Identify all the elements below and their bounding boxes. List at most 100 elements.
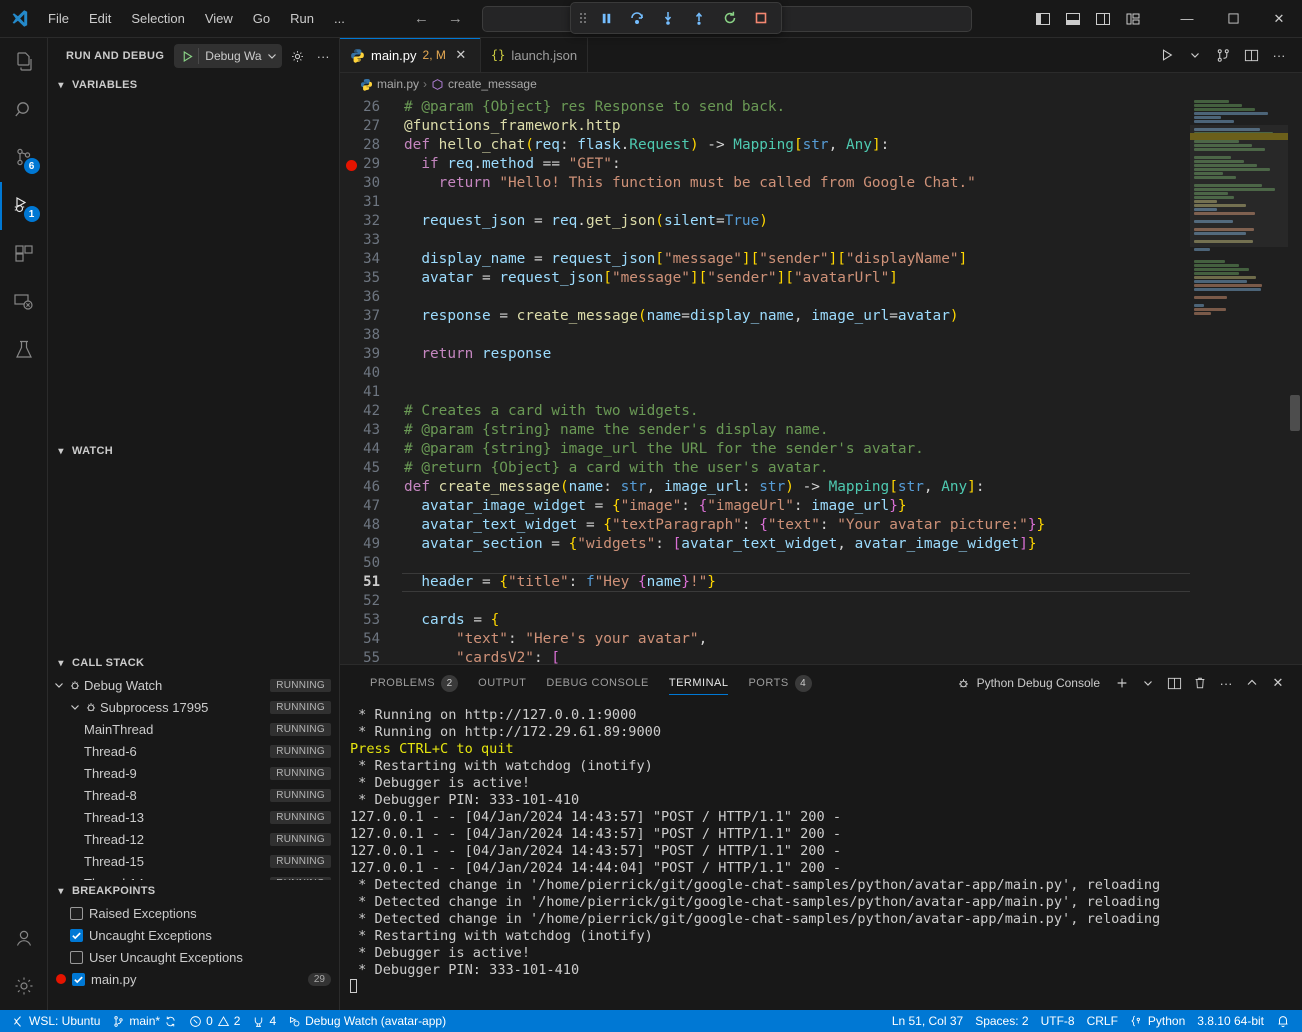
status-encoding[interactable]: UTF-8 [1035, 1010, 1081, 1032]
sidebar-more-actions-icon[interactable]: ··· [313, 45, 333, 67]
code-line[interactable]: 46def create_message(name: str, image_ur… [340, 478, 1190, 497]
breadcrumb-symbol[interactable]: create_message [448, 77, 537, 91]
sidebar-item-remote-explorer[interactable] [0, 278, 48, 326]
code-line[interactable]: 44# @param {string} image_url the URL fo… [340, 440, 1190, 459]
menu-run[interactable]: Run [280, 7, 324, 30]
stop-button[interactable] [747, 6, 775, 30]
breakpoint-row[interactable]: Raised Exceptions [48, 902, 339, 924]
code-line[interactable]: 40 [340, 364, 1190, 383]
customize-layout-icon[interactable] [1120, 6, 1146, 32]
split-terminal-icon[interactable] [1162, 671, 1186, 695]
tab-terminal[interactable]: TERMINAL [659, 665, 739, 701]
status-problems[interactable]: 0 2 [183, 1010, 246, 1032]
sidebar-item-extensions[interactable] [0, 230, 48, 278]
code-line[interactable]: 48 avatar_text_widget = {"textParagraph"… [340, 516, 1190, 535]
code-line[interactable]: 28def hello_chat(req: flask.Request) -> … [340, 136, 1190, 155]
breakpoint-checkbox[interactable] [70, 907, 83, 920]
menu-edit[interactable]: Edit [79, 7, 121, 30]
close-button[interactable]: ✕ [1256, 0, 1302, 38]
launch-configuration-dropdown[interactable]: Debug Wa [174, 44, 281, 68]
drag-handle-icon[interactable] [577, 7, 589, 29]
settings-gear-icon[interactable] [0, 962, 48, 1010]
editor-more-actions-icon[interactable]: ··· [1266, 42, 1292, 68]
tab-main-py[interactable]: main.py 2, M ✕ [340, 38, 481, 72]
code-line[interactable]: 39 return response [340, 345, 1190, 364]
code-line[interactable]: 38 [340, 326, 1190, 345]
code-line[interactable]: 41 [340, 383, 1190, 402]
minimap[interactable] [1190, 95, 1302, 664]
tab-problems[interactable]: PROBLEMS 2 [360, 665, 468, 701]
minimap-slider[interactable] [1190, 125, 1288, 247]
code-line[interactable]: 29 if req.method == "GET": [340, 155, 1190, 174]
code-line[interactable]: 45# @return {Object} a card with the use… [340, 459, 1190, 478]
breakpoint-checkbox[interactable] [72, 973, 85, 986]
status-cursor-position[interactable]: Ln 51, Col 37 [886, 1010, 969, 1032]
code-line[interactable]: 34 display_name = request_json["message"… [340, 250, 1190, 269]
status-python-interpreter[interactable]: 3.8.10 64-bit [1191, 1010, 1270, 1032]
close-panel-icon[interactable]: ✕ [1266, 671, 1290, 695]
status-debug-session[interactable]: Debug Watch (avatar-app) [282, 1010, 452, 1032]
minimize-button[interactable]: — [1164, 0, 1210, 38]
chevron-down-icon[interactable] [68, 702, 82, 712]
code-line[interactable]: 43# @param {string} name the sender's di… [340, 421, 1190, 440]
restart-button[interactable] [716, 6, 744, 30]
maximize-button[interactable] [1210, 0, 1256, 38]
call-stack-section-header[interactable]: ▾ CALL STACK [48, 652, 339, 674]
tab-debug-console[interactable]: DEBUG CONSOLE [536, 665, 658, 701]
status-git-branch[interactable]: main* [106, 1010, 183, 1032]
call-stack-row[interactable]: Thread-9RUNNING [48, 762, 339, 784]
close-icon[interactable]: ✕ [452, 46, 470, 64]
status-ports[interactable]: 4 [246, 1010, 282, 1032]
code-line[interactable]: 26# @param {Object} res Response to send… [340, 98, 1190, 117]
code-line[interactable]: 33 [340, 231, 1190, 250]
code-line[interactable]: 35 avatar = request_json["message"]["sen… [340, 269, 1190, 288]
terminal-cursor-line[interactable] [350, 979, 1302, 996]
accounts-icon[interactable] [0, 914, 48, 962]
status-indentation[interactable]: Spaces: 2 [969, 1010, 1034, 1032]
call-stack-row[interactable]: Thread-6RUNNING [48, 740, 339, 762]
breakpoint-row[interactable]: main.py29 [48, 968, 339, 990]
menu-go[interactable]: Go [243, 7, 280, 30]
status-notifications[interactable] [1270, 1010, 1296, 1032]
breadcrumb-file[interactable]: main.py [377, 77, 419, 91]
pause-button[interactable] [592, 6, 620, 30]
forward-arrow-icon[interactable]: → [446, 10, 464, 28]
active-terminal-entry[interactable]: Python Debug Console [956, 676, 1100, 691]
menu-view[interactable]: View [195, 7, 243, 30]
code-line[interactable]: 53 cards = { [340, 611, 1190, 630]
code-line[interactable]: 37 response = create_message(name=displa… [340, 307, 1190, 326]
call-stack-row[interactable]: Thread-15RUNNING [48, 850, 339, 872]
call-stack-row[interactable]: Thread-13RUNNING [48, 806, 339, 828]
debug-settings-gear-icon[interactable] [288, 45, 308, 67]
breakpoint-dot-icon[interactable] [346, 160, 357, 171]
call-stack-row[interactable]: Debug WatchRUNNING [48, 674, 339, 696]
sidebar-item-explorer[interactable] [0, 38, 48, 86]
status-eol[interactable]: CRLF [1081, 1010, 1124, 1032]
scrollbar-thumb[interactable] [1290, 395, 1300, 431]
call-stack-row[interactable]: Thread-8RUNNING [48, 784, 339, 806]
step-out-button[interactable] [685, 6, 713, 30]
code-line[interactable]: 47 avatar_image_widget = {"image": {"ima… [340, 497, 1190, 516]
code-line[interactable]: 30 return "Hello! This function must be … [340, 174, 1190, 193]
code-line[interactable]: 55 "cardsV2": [ [340, 649, 1190, 664]
status-language-mode[interactable]: Python [1124, 1010, 1191, 1032]
step-into-button[interactable] [654, 6, 682, 30]
menu-file[interactable]: File [38, 7, 79, 30]
toggle-primary-sidebar-icon[interactable] [1030, 6, 1056, 32]
terminal-output[interactable]: * Running on http://127.0.0.1:9000 * Run… [340, 701, 1302, 1010]
toggle-panel-icon[interactable] [1060, 6, 1086, 32]
call-stack-row[interactable]: Thread-14RUNNING [48, 872, 339, 880]
status-remote-host[interactable]: WSL: Ubuntu [6, 1010, 106, 1032]
open-changes-icon[interactable] [1210, 42, 1236, 68]
code-line[interactable]: 54 "text": "Here's your avatar", [340, 630, 1190, 649]
sidebar-item-source-control[interactable]: 6 [0, 134, 48, 182]
chevron-down-icon[interactable] [1136, 671, 1160, 695]
chevron-down-icon[interactable] [1182, 42, 1208, 68]
maximize-panel-icon[interactable] [1240, 671, 1264, 695]
sidebar-item-run-and-debug[interactable]: 1 [0, 182, 48, 230]
breakpoint-row[interactable]: Uncaught Exceptions [48, 924, 339, 946]
code-line[interactable]: 49 avatar_section = {"widgets": [avatar_… [340, 535, 1190, 554]
code-line[interactable]: 50 [340, 554, 1190, 573]
step-over-button[interactable] [623, 6, 651, 30]
breakpoint-checkbox[interactable] [70, 929, 83, 942]
